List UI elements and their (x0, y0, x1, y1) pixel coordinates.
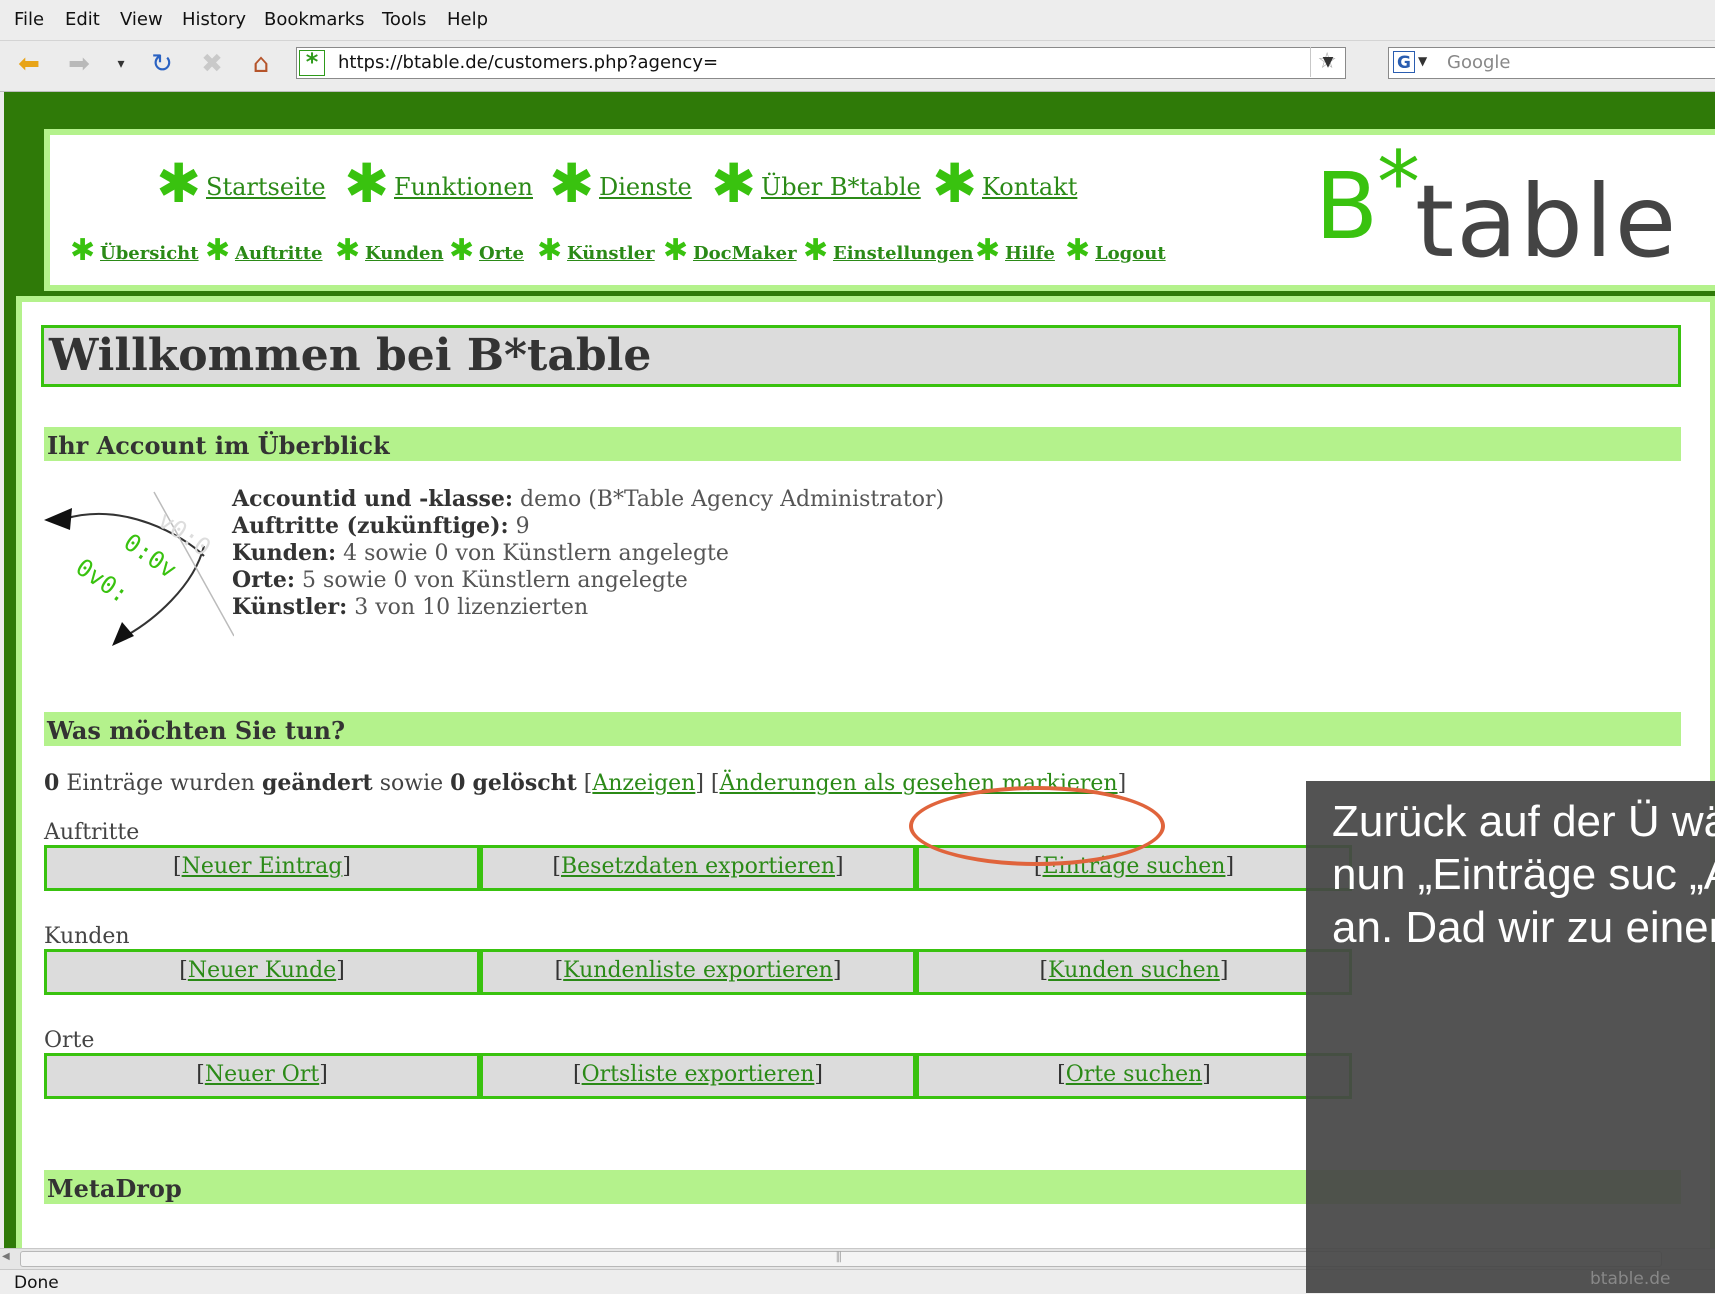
forward-icon[interactable]: ➡ (62, 47, 96, 81)
group-label-auftritte: Auftritte (44, 820, 140, 845)
subnav-star-icon: ✱ (1065, 233, 1091, 268)
action-cell: [Orte suchen] (916, 1053, 1352, 1099)
url-text[interactable]: https://btable.de/customers.php?agency= (338, 52, 718, 73)
show-changes-link[interactable]: Anzeigen (592, 771, 695, 796)
nav-star-icon: ✱ (344, 152, 390, 215)
neuer-kunde-link[interactable]: Neuer Kunde (188, 958, 336, 983)
menu-view[interactable]: View (120, 9, 163, 30)
scroll-grip-icon: ⫼ (836, 1250, 842, 1264)
menu-tools[interactable]: Tools (382, 9, 426, 30)
action-cell: [Kundenliste exportieren] (480, 949, 916, 995)
scroll-left-icon[interactable]: ◀ (2, 1251, 18, 1267)
account-kuenstler-line: Künstler: 3 von 10 lizenzierten (232, 594, 589, 620)
nav-startseite[interactable]: Startseite (206, 173, 326, 201)
nav-star-icon: ✱ (549, 152, 595, 215)
action-cell: [Neuer Ort] (44, 1053, 480, 1099)
page-title-box: Willkommen bei B*table (41, 325, 1681, 387)
action-cell: [Kunden suchen] (916, 949, 1352, 995)
kundenliste-exportieren-link[interactable]: Kundenliste exportieren (563, 958, 833, 983)
history-dropdown-icon[interactable]: ▾ (104, 47, 138, 81)
nav-funktionen[interactable]: Funktionen (394, 173, 533, 201)
action-cell: [Besetzdaten exportieren] (480, 845, 916, 891)
browser-navbar: ⬅ ➡ ▾ ↻ ✖ ⌂ * https://btable.de/customer… (0, 41, 1715, 92)
subnav-uebersicht[interactable]: Übersicht (100, 243, 199, 264)
nav-star-icon: ✱ (932, 152, 978, 215)
subnav-einstellungen[interactable]: Einstellungen (833, 243, 974, 264)
nav-star-icon: ✱ (156, 152, 202, 215)
search-box[interactable]: G ▼ Google (1388, 47, 1715, 79)
svg-text:0v0:: 0v0: (71, 553, 134, 609)
status-text: Done (14, 1273, 59, 1293)
caption-text: Zurück auf der Ü wählen wir nun „Einträg… (1332, 797, 1715, 952)
subnav-hilfe[interactable]: Hilfe (1005, 243, 1055, 264)
subnav-star-icon: ✱ (537, 233, 563, 268)
neuer-eintrag-link[interactable]: Neuer Eintrag (182, 854, 343, 879)
account-section-heading: Ihr Account im Überblick (44, 427, 1681, 461)
account-auftritte-line: Auftritte (zukünftige): 9 (232, 513, 530, 539)
home-icon[interactable]: ⌂ (244, 47, 278, 81)
subnav-orte[interactable]: Orte (479, 243, 524, 264)
orte-suchen-link[interactable]: Orte suchen (1066, 1062, 1203, 1087)
menu-help[interactable]: Help (447, 9, 488, 30)
status-host: btable.de (1590, 1269, 1671, 1289)
subnav-star-icon: ✱ (975, 233, 1001, 268)
stop-icon[interactable]: ✖ (195, 47, 229, 81)
nav-dienste[interactable]: Dienste (599, 173, 692, 201)
google-engine-icon[interactable]: G (1393, 51, 1415, 73)
subnav-star-icon: ✱ (70, 233, 96, 268)
kunden-actions: [Neuer Kunde] [Kundenliste exportieren] … (44, 949, 1358, 995)
engine-dropdown-icon[interactable]: ▼ (1418, 54, 1427, 68)
account-orte-line: Orte: 5 sowie 0 von Künstlern angelegte (232, 567, 688, 593)
nav-kontakt[interactable]: Kontakt (982, 173, 1077, 201)
orte-actions: [Neuer Ort] [Ortsliste exportieren] [Ort… (44, 1053, 1358, 1099)
auftritte-actions: [Neuer Eintrag] [Besetzdaten exportieren… (44, 845, 1358, 891)
neuer-ort-link[interactable]: Neuer Ort (205, 1062, 319, 1087)
menu-edit[interactable]: Edit (65, 9, 100, 30)
subnav-star-icon: ✱ (803, 233, 829, 268)
account-id-line: Accountid und -klasse: demo (B*Table Age… (232, 486, 945, 512)
subnav-star-icon: ✱ (449, 233, 475, 268)
account-kunden-line: Kunden: 4 sowie 0 von Künstlern angelegt… (232, 540, 729, 566)
action-cell: [Neuer Eintrag] (44, 845, 480, 891)
search-placeholder[interactable]: Google (1447, 52, 1510, 73)
back-icon[interactable]: ⬅ (12, 47, 46, 81)
todo-section-heading: Was möchten Sie tun? (44, 712, 1681, 746)
subnav-star-icon: ✱ (205, 233, 231, 268)
subnav-docmaker[interactable]: DocMaker (693, 243, 797, 264)
ortsliste-exportieren-link[interactable]: Ortsliste exportieren (582, 1062, 815, 1087)
menu-history[interactable]: History (182, 9, 246, 30)
action-cell: [Ortsliste exportieren] (480, 1053, 916, 1099)
menu-file[interactable]: File (14, 9, 44, 30)
subnav-kuenstler[interactable]: Künstler (567, 243, 655, 264)
menu-bookmarks[interactable]: Bookmarks (264, 9, 365, 30)
subnav-star-icon: ✱ (663, 233, 689, 268)
subnav-logout[interactable]: Logout (1095, 243, 1166, 264)
besetzdaten-exportieren-link[interactable]: Besetzdaten exportieren (561, 854, 835, 879)
group-label-kunden: Kunden (44, 924, 130, 949)
reload-icon[interactable]: ↻ (145, 47, 179, 81)
site-header: ✱ Startseite ✱ Funktionen ✱ Dienste ✱ Üb… (44, 129, 1715, 291)
action-cell: [Neuer Kunde] (44, 949, 480, 995)
subnav-star-icon: ✱ (335, 233, 361, 268)
site-favicon-icon: * (299, 50, 325, 76)
subnav-kunden[interactable]: Kunden (365, 243, 444, 264)
group-label-orte: Orte (44, 1028, 95, 1053)
subnav-auftritte[interactable]: Auftritte (235, 243, 323, 264)
nav-star-icon: ✱ (711, 152, 757, 215)
browser-menubar: File Edit View History Bookmarks Tools H… (0, 0, 1715, 41)
page-title: Willkommen bei B*table (49, 330, 652, 381)
url-bar[interactable]: * https://btable.de/customers.php?agency… (296, 47, 1346, 79)
kunden-suchen-link[interactable]: Kunden suchen (1048, 958, 1220, 983)
url-dropdown-icon[interactable]: ▼ (1310, 47, 1345, 77)
nav-ueber[interactable]: Über B*table (761, 173, 921, 201)
account-illustration-icon: 0v0: 0:0v v0:0 (44, 491, 234, 646)
highlight-circle (909, 786, 1165, 866)
tutorial-caption: Zurück auf der Ü wählen wir nun „Einträg… (1306, 781, 1715, 1293)
